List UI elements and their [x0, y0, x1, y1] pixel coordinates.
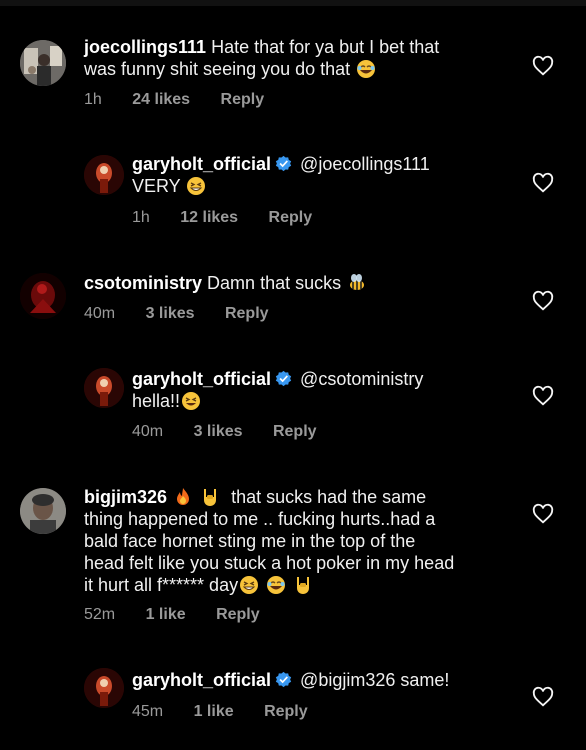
reply-button[interactable]: Reply	[216, 605, 260, 625]
verified-badge-icon	[275, 370, 292, 387]
verified-badge-icon	[275, 155, 292, 172]
mention-link[interactable]: @csotoministry	[300, 369, 423, 389]
timestamp: 45m	[132, 703, 164, 720]
comment-text: garyholt_official @bigjim326 same!	[132, 670, 450, 690]
timestamp: 52m	[84, 606, 116, 623]
username[interactable]: joecollings111	[84, 37, 206, 57]
verified-badge-icon	[275, 671, 292, 688]
likes-count[interactable]: 3 likes	[194, 422, 243, 442]
likes-count[interactable]: 24 likes	[132, 90, 190, 110]
heart-outline-icon[interactable]	[532, 172, 554, 194]
comment-text: garyholt_official @joecollings111 VERY	[132, 154, 430, 196]
likes-count[interactable]: 1 like	[194, 702, 234, 722]
fire-emoji-icon	[177, 488, 190, 505]
comment-meta: 45m 1 like Reply	[132, 702, 334, 722]
timestamp: 1h	[84, 91, 102, 108]
reply-button[interactable]: Reply	[225, 304, 269, 324]
likes-count[interactable]: 3 likes	[146, 304, 195, 324]
heart-outline-icon[interactable]	[532, 385, 554, 407]
reply-button[interactable]: Reply	[273, 422, 317, 442]
mention-link[interactable]: @joecollings111	[300, 154, 430, 174]
timestamp: 1h	[132, 209, 150, 226]
heart-outline-icon[interactable]	[532, 503, 554, 525]
comment-meta: 1h 12 likes Reply	[132, 208, 338, 228]
bee-emoji-icon	[350, 274, 365, 290]
username[interactable]: bigjim326	[84, 487, 167, 507]
username[interactable]: garyholt_official	[132, 154, 271, 174]
mention-link[interactable]: @bigjim326	[300, 670, 395, 690]
comment-meta: 40m 3 likes Reply	[84, 304, 295, 324]
username[interactable]: garyholt_official	[132, 369, 271, 389]
comment-text: csotoministry Damn that sucks	[84, 272, 368, 294]
grinning-emoji-icon	[187, 177, 206, 195]
laughing-squint-emoji-icon	[182, 392, 201, 410]
likes-count[interactable]: 1 like	[146, 605, 186, 625]
timestamp: 40m	[132, 423, 164, 440]
heart-outline-icon[interactable]	[532, 290, 554, 312]
grinning-emoji-icon	[240, 576, 259, 594]
horns-hand-emoji-icon	[204, 489, 217, 506]
reply-button[interactable]: Reply	[269, 208, 313, 228]
avatar[interactable]	[20, 273, 66, 319]
username[interactable]: csotoministry	[84, 273, 202, 293]
username[interactable]: garyholt_official	[132, 670, 271, 690]
reply-button[interactable]: Reply	[264, 702, 308, 722]
heart-outline-icon[interactable]	[532, 55, 554, 77]
comment-meta: 40m 3 likes Reply	[132, 422, 343, 442]
comment-text: garyholt_official @csotoministry hella!!	[132, 369, 424, 411]
timestamp: 40m	[84, 305, 116, 322]
likes-count[interactable]: 12 likes	[180, 208, 238, 228]
avatar[interactable]	[20, 488, 66, 534]
comment-text: bigjim326 that sucks had the same thing …	[84, 487, 455, 595]
comment-meta: 52m 1 like Reply	[84, 605, 286, 625]
heart-outline-icon[interactable]	[532, 686, 554, 708]
reply-button[interactable]: Reply	[221, 90, 265, 110]
comment-text: joecollings111 Hate that for ya but I be…	[84, 37, 440, 79]
avatar[interactable]	[84, 155, 124, 195]
horns-hand-emoji-icon	[297, 577, 310, 594]
top-divider	[0, 0, 586, 6]
avatar[interactable]	[84, 668, 124, 708]
laughing-emoji-icon	[357, 60, 376, 78]
comment-meta: 1h 24 likes Reply	[84, 90, 290, 110]
avatar[interactable]	[84, 368, 124, 408]
avatar[interactable]	[20, 40, 66, 86]
laughing-emoji-icon	[267, 576, 286, 594]
